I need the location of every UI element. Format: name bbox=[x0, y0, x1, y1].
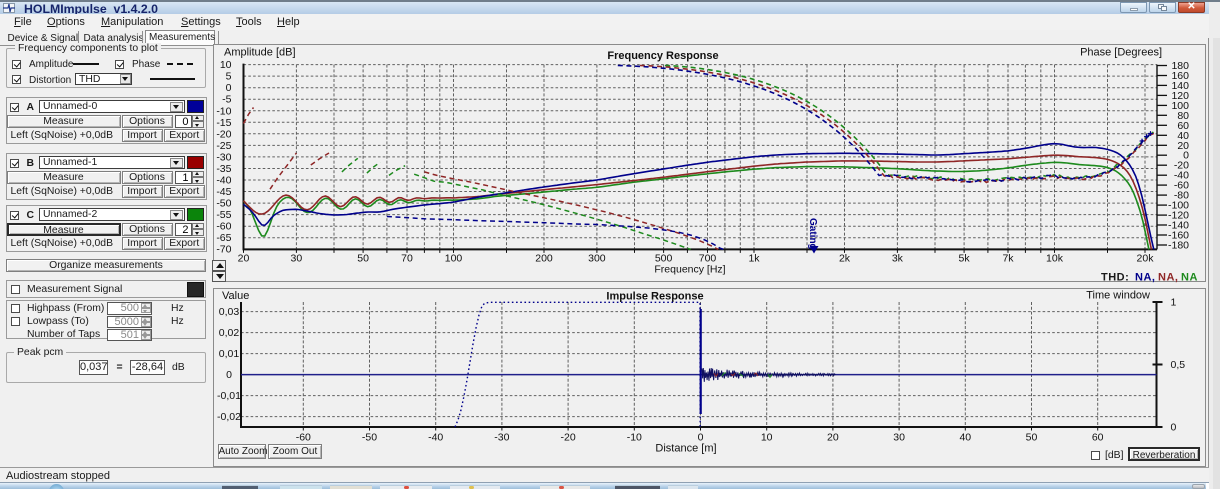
svg-text:30: 30 bbox=[893, 432, 905, 444]
svg-text:1k: 1k bbox=[748, 253, 760, 265]
svg-text:-30: -30 bbox=[494, 432, 509, 444]
svg-text:-45: -45 bbox=[216, 186, 231, 198]
svg-text:50: 50 bbox=[1026, 432, 1038, 444]
svg-text:1: 1 bbox=[1171, 297, 1177, 309]
svg-text:-40: -40 bbox=[428, 432, 443, 444]
svg-text:20: 20 bbox=[238, 253, 250, 265]
svg-text:20: 20 bbox=[827, 432, 839, 444]
svg-text:Amplitude [dB]: Amplitude [dB] bbox=[224, 47, 296, 59]
svg-text:3k: 3k bbox=[892, 253, 904, 265]
svg-text:-20: -20 bbox=[561, 432, 576, 444]
svg-text:-50: -50 bbox=[362, 432, 377, 444]
svg-text:60: 60 bbox=[1092, 432, 1104, 444]
svg-text:0: 0 bbox=[226, 82, 232, 94]
svg-text:-5: -5 bbox=[222, 94, 231, 106]
svg-text:-15: -15 bbox=[216, 117, 231, 129]
svg-text:Distance [m]: Distance [m] bbox=[655, 443, 716, 455]
svg-text:0: 0 bbox=[226, 369, 232, 381]
svg-text:10: 10 bbox=[761, 432, 773, 444]
svg-text:NA: NA bbox=[1181, 272, 1198, 284]
svg-text:-10: -10 bbox=[216, 105, 231, 117]
svg-text:-20: -20 bbox=[216, 128, 231, 140]
svg-text:50: 50 bbox=[357, 253, 369, 265]
svg-text:2k: 2k bbox=[839, 253, 851, 265]
svg-text:0,02: 0,02 bbox=[219, 327, 240, 339]
svg-text:5: 5 bbox=[226, 71, 232, 83]
svg-text:Gating: Gating bbox=[807, 218, 818, 250]
svg-text:NA,: NA, bbox=[1158, 272, 1178, 284]
svg-text:0: 0 bbox=[1171, 422, 1177, 434]
svg-text:Value: Value bbox=[222, 290, 249, 302]
svg-text:0,03: 0,03 bbox=[219, 306, 240, 318]
svg-text:-10: -10 bbox=[627, 432, 642, 444]
svg-text:-0,02: -0,02 bbox=[217, 411, 241, 423]
svg-text:-55: -55 bbox=[216, 209, 231, 221]
svg-text:-50: -50 bbox=[216, 198, 231, 210]
svg-text:-180: -180 bbox=[1168, 240, 1189, 252]
svg-text:-0,01: -0,01 bbox=[217, 390, 241, 402]
svg-text:0,5: 0,5 bbox=[1171, 359, 1186, 371]
svg-text:-60: -60 bbox=[296, 432, 311, 444]
svg-text:-70: -70 bbox=[216, 244, 231, 256]
svg-text:100: 100 bbox=[445, 253, 463, 265]
svg-text:-25: -25 bbox=[216, 140, 231, 152]
svg-text:0,01: 0,01 bbox=[219, 348, 240, 360]
svg-text:-65: -65 bbox=[216, 232, 231, 244]
svg-text:Phase [Degrees]: Phase [Degrees] bbox=[1080, 47, 1162, 59]
svg-text:30: 30 bbox=[291, 253, 303, 265]
svg-text:40: 40 bbox=[959, 432, 971, 444]
svg-text:7k: 7k bbox=[1002, 253, 1014, 265]
svg-text:NA,: NA, bbox=[1135, 272, 1155, 284]
svg-text:300: 300 bbox=[588, 253, 606, 265]
svg-text:Frequency [Hz]: Frequency [Hz] bbox=[654, 264, 725, 276]
svg-text:-60: -60 bbox=[216, 221, 231, 233]
svg-text:70: 70 bbox=[401, 253, 413, 265]
svg-text:Impulse Response: Impulse Response bbox=[606, 291, 703, 303]
svg-text:20k: 20k bbox=[1137, 253, 1155, 265]
svg-text:Time window: Time window bbox=[1086, 290, 1150, 302]
svg-text:-35: -35 bbox=[216, 163, 231, 175]
svg-text:10k: 10k bbox=[1046, 253, 1064, 265]
svg-text:-30: -30 bbox=[216, 151, 231, 163]
svg-text:10: 10 bbox=[220, 59, 232, 71]
svg-text:5k: 5k bbox=[959, 253, 971, 265]
svg-text:-40: -40 bbox=[216, 175, 231, 187]
svg-text:THD:: THD: bbox=[1101, 272, 1129, 284]
svg-text:200: 200 bbox=[535, 253, 553, 265]
svg-text:Frequency Response: Frequency Response bbox=[607, 50, 718, 62]
